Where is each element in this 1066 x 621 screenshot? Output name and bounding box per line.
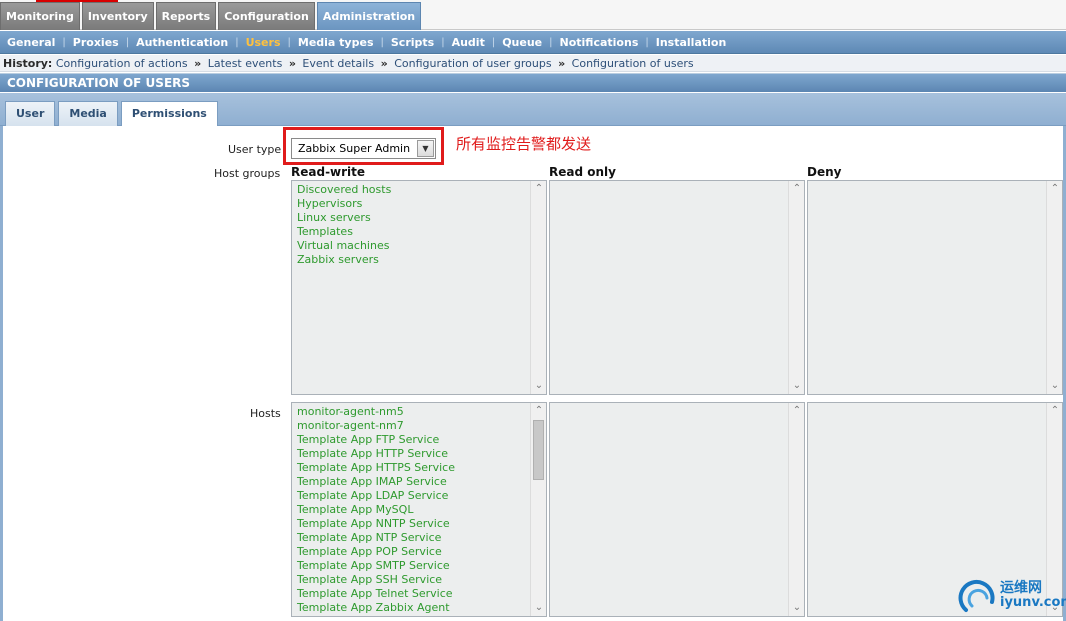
main-menu: Monitoring Inventory Reports Configurati… (0, 2, 423, 30)
history-label: History: (3, 57, 53, 70)
column-deny: Deny (807, 165, 842, 179)
tab-user[interactable]: User (5, 101, 56, 126)
list-item[interactable]: Template App LDAP Service (297, 489, 528, 503)
tab-permissions[interactable]: Permissions (120, 101, 218, 127)
submenu-proxies[interactable]: Proxies (73, 36, 119, 49)
user-type-label: User type (228, 143, 282, 156)
annotation-text: 所有监控告警都发送 (456, 135, 592, 153)
list-item[interactable]: Templates (297, 225, 528, 239)
page-title: CONFIGURATION OF USERS (0, 73, 1066, 92)
scrollbar[interactable]: ⌃ ⌄ (788, 403, 804, 616)
scroll-down-icon[interactable]: ⌄ (1047, 379, 1062, 393)
submenu-users[interactable]: Users (246, 36, 281, 49)
column-read-write: Read-write (291, 165, 366, 179)
submenu-separator: | (125, 36, 130, 48)
host-groups-deny-list[interactable]: ⌃ ⌄ (807, 180, 1063, 395)
submenu-separator: | (235, 36, 239, 48)
submenu-installation[interactable]: Installation (656, 36, 727, 49)
watermark-cn: 运维网 (1000, 580, 1042, 596)
list-item[interactable]: Template App HTTP Service (297, 447, 528, 461)
submenu-authentication[interactable]: Authentication (136, 36, 228, 49)
submenu-audit[interactable]: Audit (452, 36, 485, 49)
list-item[interactable]: monitor-agent-nm7 (297, 419, 528, 433)
scroll-down-icon[interactable]: ⌄ (789, 379, 804, 393)
history-link[interactable]: Configuration of actions (56, 57, 188, 70)
history-link[interactable]: Event details (302, 57, 374, 70)
list-item[interactable]: monitor-agent-nm5 (297, 405, 528, 419)
list-item[interactable]: Template App Telnet Service (297, 587, 528, 601)
submenu-separator: | (491, 36, 496, 48)
submenu-queue[interactable]: Queue (502, 36, 542, 49)
submenu-separator: | (645, 36, 649, 48)
list-item[interactable]: Template App NTP Service (297, 531, 528, 545)
submenu-separator: | (62, 36, 66, 48)
tab-media[interactable]: Media (58, 101, 118, 126)
list-item[interactable]: Template App IMAP Service (297, 475, 528, 489)
watermark-logo-icon (958, 579, 995, 612)
host-groups-read-only-list[interactable]: ⌃ ⌄ (549, 180, 805, 395)
hosts-read-only-list[interactable]: ⌃ ⌄ (549, 402, 805, 617)
list-item[interactable]: Template App NNTP Service (297, 517, 528, 531)
submenu-separator: | (380, 36, 384, 48)
list-item[interactable]: Zabbix servers (297, 253, 528, 267)
list-item[interactable]: Linux servers (297, 211, 528, 225)
list-item[interactable]: Virtual machines (297, 239, 528, 253)
scroll-up-icon[interactable]: ⌃ (789, 404, 804, 418)
watermark: 运维网 iyunv.com (958, 574, 1066, 618)
list-item[interactable]: Template App Zabbix Agent (297, 601, 528, 615)
scroll-up-icon[interactable]: ⌃ (531, 404, 546, 418)
history-separator: » (288, 57, 296, 70)
list-item[interactable]: Template App FTP Service (297, 433, 528, 447)
scroll-up-icon[interactable]: ⌃ (1047, 182, 1062, 196)
menu-inventory[interactable]: Inventory (81, 2, 154, 30)
menu-administration[interactable]: Administration (316, 2, 422, 30)
host-groups-read-write-list[interactable]: Discovered hosts Hypervisors Linux serve… (291, 180, 547, 395)
menu-configuration[interactable]: Configuration (218, 2, 315, 30)
list-item[interactable]: Template App MySQL (297, 503, 528, 517)
scrollbar[interactable]: ⌃ ⌄ (1046, 181, 1062, 394)
hosts-label: Hosts (250, 407, 281, 420)
history-breadcrumb: History: Configuration of actions » Late… (0, 55, 1066, 72)
sub-menu-bar: General | Proxies | Authentication | Use… (0, 31, 1066, 54)
submenu-separator: | (441, 36, 445, 48)
scrollbar[interactable]: ⌃ ⌄ (788, 181, 804, 394)
list-item[interactable]: Template App HTTPS Service (297, 461, 528, 475)
scrollbar[interactable]: ⌃ ⌄ (530, 181, 546, 394)
history-separator: » (194, 57, 202, 70)
history-separator: » (380, 57, 388, 70)
top-menu-bar: Monitoring Inventory Reports Configurati… (0, 0, 1066, 30)
menu-monitoring[interactable]: Monitoring (0, 2, 80, 30)
tab-bar: User Media Permissions (0, 93, 1066, 127)
history-link[interactable]: Configuration of users (572, 57, 694, 70)
scrollbar-thumb[interactable] (533, 420, 544, 480)
scroll-down-icon[interactable]: ⌄ (789, 601, 804, 615)
list-item[interactable]: Discovered hosts (297, 183, 528, 197)
list-item[interactable]: Template App SSH Service (297, 573, 528, 587)
scroll-up-icon[interactable]: ⌃ (789, 182, 804, 196)
list-item[interactable]: Hypervisors (297, 197, 528, 211)
submenu-separator: | (549, 36, 553, 48)
list-item[interactable]: Template App SMTP Service (297, 559, 528, 573)
history-link[interactable]: Configuration of user groups (394, 57, 551, 70)
scroll-up-icon[interactable]: ⌃ (531, 182, 546, 196)
history-link[interactable]: Latest events (208, 57, 283, 70)
host-groups-label: Host groups (214, 167, 281, 180)
menu-reports[interactable]: Reports (155, 2, 217, 30)
scroll-down-icon[interactable]: ⌄ (531, 601, 546, 615)
scrollbar[interactable]: ⌃ ⌄ (530, 403, 546, 616)
highlight-box (283, 127, 444, 165)
submenu-media-types[interactable]: Media types (298, 36, 374, 49)
submenu-general[interactable]: General (7, 36, 55, 49)
submenu-notifications[interactable]: Notifications (560, 36, 639, 49)
list-item[interactable]: Template App POP Service (297, 545, 528, 559)
scroll-down-icon[interactable]: ⌄ (531, 379, 546, 393)
submenu-scripts[interactable]: Scripts (391, 36, 434, 49)
hosts-read-write-list[interactable]: monitor-agent-nm5 monitor-agent-nm7 Temp… (291, 402, 547, 617)
column-read-only: Read only (549, 165, 616, 179)
submenu-separator: | (287, 36, 291, 48)
history-separator: » (558, 57, 566, 70)
scroll-up-icon[interactable]: ⌃ (1047, 404, 1062, 418)
watermark-en: iyunv.com (1000, 595, 1066, 610)
